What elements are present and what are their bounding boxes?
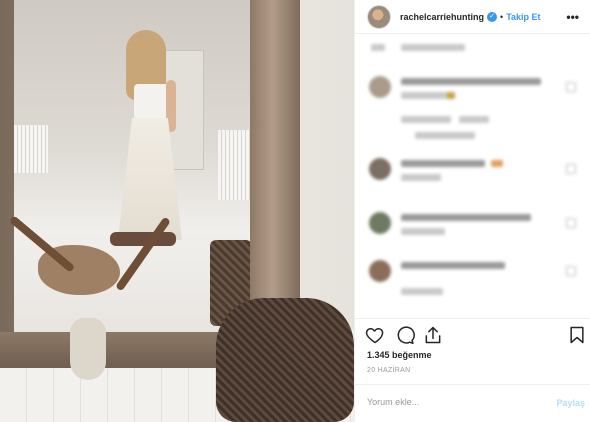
comment-text-blurred — [401, 78, 541, 85]
verified-badge-icon: ✓ — [487, 11, 498, 22]
comment-avatar[interactable] — [369, 212, 391, 234]
comment-like-icon[interactable] — [566, 164, 576, 174]
separator-dot: • — [500, 11, 504, 22]
comment-text-blurred — [401, 262, 505, 269]
username-link[interactable]: rachelcarriehunting — [400, 12, 484, 22]
comment-like-icon[interactable] — [566, 266, 576, 276]
avatar[interactable] — [367, 4, 391, 29]
heart-icon[interactable] — [365, 325, 385, 345]
comment-like-icon[interactable] — [566, 82, 576, 92]
comment-input[interactable] — [367, 397, 537, 407]
comment-avatar[interactable] — [369, 260, 391, 282]
comment-meta-blurred — [401, 174, 441, 181]
comment-form: Paylaş — [355, 384, 590, 422]
comment-text-blurred — [401, 44, 465, 51]
comment-text-blurred — [401, 160, 485, 167]
post-photo[interactable] — [0, 0, 354, 422]
bookmark-icon[interactable] — [567, 325, 587, 345]
comment-meta-blurred — [459, 116, 489, 123]
deer-skull — [70, 318, 106, 380]
more-options-icon[interactable]: ••• — [566, 10, 579, 24]
reflected-radiator — [14, 125, 48, 173]
woman-top — [134, 84, 170, 120]
comment-like-icon[interactable] — [566, 218, 576, 228]
mirror-reflection — [14, 0, 250, 332]
share-icon[interactable] — [423, 325, 443, 345]
reflected-radiator-right — [218, 130, 250, 200]
comment-emoji-blurred — [491, 160, 503, 167]
follow-button[interactable]: Takip Et — [506, 12, 540, 22]
comment-meta-blurred — [401, 116, 451, 123]
comment-emoji-blurred — [447, 92, 455, 99]
post-comment-button[interactable]: Paylaş — [556, 398, 585, 408]
post-header: rachelcarriehunting ✓ • Takip Et ••• — [355, 0, 590, 34]
likes-count[interactable]: 1.345 beğenme — [367, 350, 432, 360]
comment-meta-blurred — [401, 228, 445, 235]
comments-list[interactable] — [355, 34, 590, 314]
comment-text-blurred — [401, 214, 531, 221]
post-date[interactable]: 20 HAZİRAN — [367, 367, 410, 374]
post-side-panel: rachelcarriehunting ✓ • Takip Et ••• 1.3… — [354, 0, 590, 422]
view-replies-blurred[interactable] — [415, 132, 475, 139]
comment-meta-blurred — [401, 288, 443, 295]
comment-text-blurred — [401, 92, 451, 99]
post-actions — [355, 318, 590, 348]
woman-sandals — [110, 232, 176, 246]
wicker-basket — [216, 298, 354, 422]
comment-avatar[interactable] — [369, 76, 391, 98]
comment-bubble-icon[interactable] — [395, 325, 415, 345]
comment-text-blurred — [371, 44, 385, 51]
comment-avatar[interactable] — [369, 158, 391, 180]
